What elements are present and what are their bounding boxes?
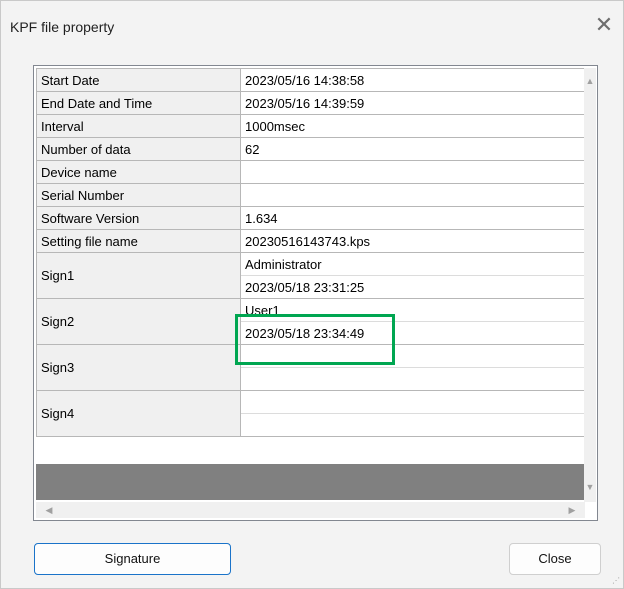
table-row: Software Version 1.634 bbox=[36, 206, 587, 230]
table-row: Sign2 User1 bbox=[36, 298, 587, 345]
table-row: End Date and Time 2023/05/16 14:39:59 bbox=[36, 91, 587, 115]
sign-name-value[interactable]: User1 bbox=[240, 298, 587, 322]
empty-grid-area bbox=[36, 464, 585, 500]
property-value[interactable]: 1000msec bbox=[240, 114, 587, 138]
property-label: Sign4 bbox=[36, 390, 241, 437]
dialog-title: KPF file property bbox=[10, 19, 115, 35]
kpf-property-dialog: KPF file property ✕ Start Date 2023/05/1… bbox=[0, 0, 624, 589]
property-label: Sign1 bbox=[36, 252, 241, 299]
property-label: Software Version bbox=[36, 206, 241, 230]
sign-name-value[interactable] bbox=[240, 344, 587, 368]
scroll-left-arrow-icon[interactable]: ◀ bbox=[42, 502, 56, 518]
sign-name-value[interactable] bbox=[240, 390, 587, 414]
sign-date-value[interactable] bbox=[240, 367, 587, 391]
property-value[interactable]: 2023/05/16 14:39:59 bbox=[240, 91, 587, 115]
property-value[interactable]: 20230516143743.kps bbox=[240, 229, 587, 253]
table-row: Sign3 bbox=[36, 344, 587, 391]
property-value[interactable] bbox=[240, 160, 587, 184]
table-row: Start Date 2023/05/16 14:38:58 bbox=[36, 68, 587, 92]
property-value[interactable]: 62 bbox=[240, 137, 587, 161]
scroll-up-arrow-icon[interactable]: ▲ bbox=[584, 74, 596, 88]
close-button[interactable]: Close bbox=[509, 543, 601, 575]
signature-button[interactable]: Signature bbox=[34, 543, 231, 575]
close-icon[interactable]: ✕ bbox=[590, 11, 618, 39]
table-row: Setting file name 20230516143743.kps bbox=[36, 229, 587, 253]
property-table: Start Date 2023/05/16 14:38:58 End Date … bbox=[36, 68, 587, 437]
table-row: Number of data 62 bbox=[36, 137, 587, 161]
property-label: End Date and Time bbox=[36, 91, 241, 115]
sign-date-value[interactable]: 2023/05/18 23:31:25 bbox=[240, 275, 587, 299]
resize-grip-icon[interactable]: ⋰ bbox=[612, 576, 620, 585]
table-row: Device name bbox=[36, 160, 587, 184]
table-row: Interval 1000msec bbox=[36, 114, 587, 138]
sign-date-value[interactable] bbox=[240, 413, 587, 437]
sign-name-value[interactable]: Administrator bbox=[240, 252, 587, 276]
horizontal-scrollbar[interactable]: ◀ ▶ bbox=[36, 502, 585, 518]
property-grid-panel: Start Date 2023/05/16 14:38:58 End Date … bbox=[33, 65, 598, 521]
table-row: Sign1 Administrator bbox=[36, 252, 587, 299]
property-value[interactable]: 1.634 bbox=[240, 206, 587, 230]
scroll-down-arrow-icon[interactable]: ▼ bbox=[584, 480, 596, 494]
table-row: Serial Number bbox=[36, 183, 587, 207]
sign-date-value[interactable]: 2023/05/18 23:34:49 bbox=[240, 321, 587, 345]
property-label: Setting file name bbox=[36, 229, 241, 253]
property-label: Serial Number bbox=[36, 183, 241, 207]
property-label: Sign2 bbox=[36, 298, 241, 345]
property-label: Sign3 bbox=[36, 344, 241, 391]
property-label: Number of data bbox=[36, 137, 241, 161]
table-row: Sign4 bbox=[36, 390, 587, 437]
scroll-right-arrow-icon[interactable]: ▶ bbox=[565, 502, 579, 518]
property-label: Start Date bbox=[36, 68, 241, 92]
property-label: Interval bbox=[36, 114, 241, 138]
property-value[interactable]: 2023/05/16 14:38:58 bbox=[240, 68, 587, 92]
title-bar: KPF file property ✕ bbox=[1, 1, 623, 53]
property-label: Device name bbox=[36, 160, 241, 184]
vertical-scrollbar[interactable]: ▲ ▼ bbox=[584, 68, 596, 502]
property-value[interactable] bbox=[240, 183, 587, 207]
